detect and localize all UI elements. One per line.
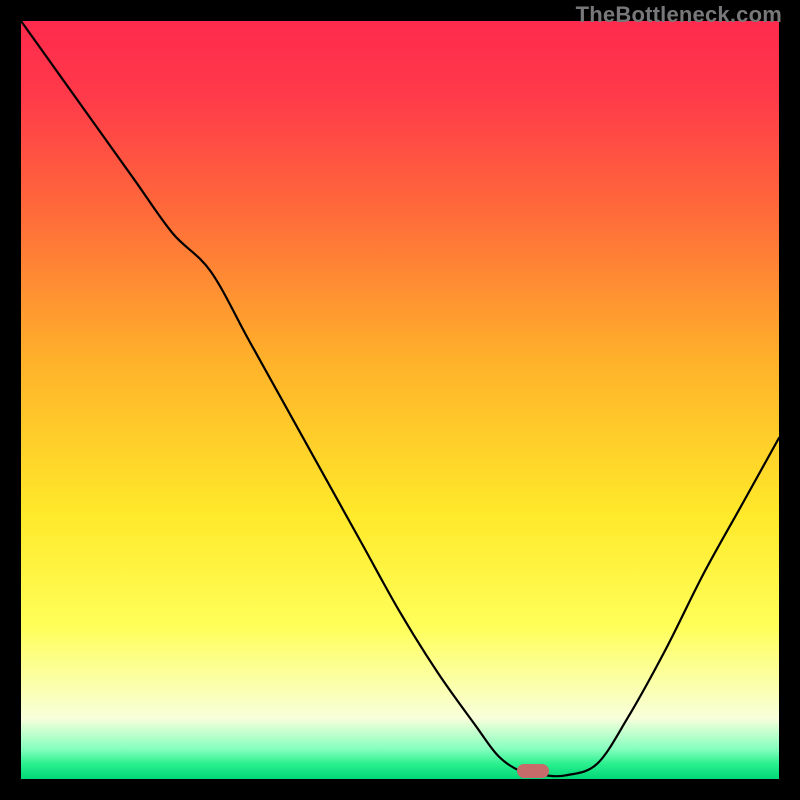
optimal-marker	[517, 764, 549, 778]
chart-frame: TheBottleneck.com	[0, 0, 800, 800]
watermark-text: TheBottleneck.com	[576, 2, 782, 28]
bottleneck-curve	[21, 21, 779, 779]
plot-area	[21, 21, 779, 779]
